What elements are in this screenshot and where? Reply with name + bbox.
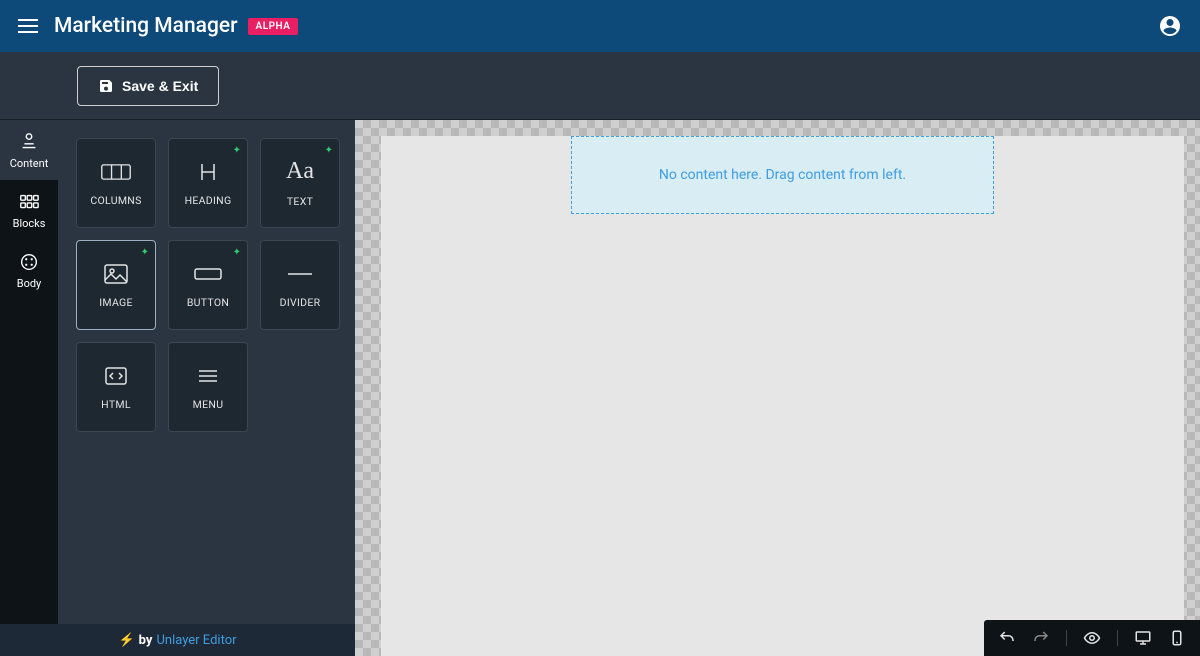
tool-heading-label: HEADING	[185, 194, 232, 207]
menu-icon	[192, 364, 224, 388]
empty-drop-message: No content here. Drag content from left.	[659, 167, 906, 183]
tool-html[interactable]: HTML	[76, 342, 156, 432]
side-tabs: Content Blocks Body	[0, 120, 58, 656]
canvas-area[interactable]: No content here. Drag content from left.	[355, 120, 1200, 656]
tool-menu[interactable]: MENU	[168, 342, 248, 432]
sparkle-icon: ✦	[233, 247, 241, 258]
app-title: Marketing Manager	[54, 14, 238, 38]
tool-text-label: TEXT	[287, 195, 313, 208]
tool-button-label: BUTTON	[187, 296, 229, 309]
preview-toolbar	[984, 620, 1200, 656]
top-bar: Marketing Manager ALPHA	[0, 0, 1200, 52]
save-exit-button[interactable]: Save & Exit	[77, 66, 219, 106]
tool-text[interactable]: ✦ Aa TEXT	[260, 138, 340, 228]
tab-content[interactable]: Content	[0, 120, 58, 180]
save-exit-label: Save & Exit	[122, 78, 198, 94]
footer-by: by	[139, 633, 153, 648]
action-bar: Save & Exit	[0, 52, 1200, 120]
tool-divider[interactable]: DIVIDER	[260, 240, 340, 330]
lightning-icon: ⚡	[118, 633, 134, 648]
preview-eye-icon[interactable]	[1083, 629, 1101, 647]
tool-image-label: IMAGE	[99, 296, 133, 309]
tools-panel: COLUMNS ✦ HEADING ✦ Aa TEXT ✦ IMAGE ✦ BU…	[58, 120, 355, 656]
footer-link[interactable]: Unlayer Editor	[156, 633, 236, 648]
tab-content-label: Content	[10, 157, 49, 170]
tool-button[interactable]: ✦ BUTTON	[168, 240, 248, 330]
save-icon	[98, 78, 114, 94]
account-icon[interactable]	[1158, 14, 1182, 38]
undo-icon[interactable]	[998, 629, 1016, 647]
hamburger-icon[interactable]	[18, 19, 38, 33]
footer-credit: ⚡ by Unlayer Editor	[0, 624, 355, 656]
tab-body-label: Body	[17, 277, 42, 290]
workspace: Content Blocks Body COLUMNS ✦ HEADING ✦ …	[0, 120, 1200, 656]
tool-heading[interactable]: ✦ HEADING	[168, 138, 248, 228]
tool-menu-label: MENU	[193, 398, 224, 411]
columns-icon	[100, 160, 132, 184]
alpha-badge: ALPHA	[248, 18, 299, 35]
tool-columns-label: COLUMNS	[90, 194, 141, 207]
desktop-icon[interactable]	[1134, 629, 1152, 647]
tool-divider-label: DIVIDER	[280, 296, 321, 309]
mobile-icon[interactable]	[1168, 629, 1186, 647]
tool-image[interactable]: ✦ IMAGE	[76, 240, 156, 330]
empty-drop-zone[interactable]: No content here. Drag content from left.	[571, 136, 994, 214]
button-icon	[192, 262, 224, 286]
content-tab-icon	[18, 131, 40, 153]
text-icon: Aa	[286, 158, 314, 185]
divider-icon	[284, 262, 316, 286]
tool-columns[interactable]: COLUMNS	[76, 138, 156, 228]
tab-blocks-label: Blocks	[13, 217, 46, 230]
tool-html-label: HTML	[101, 398, 131, 411]
sparkle-icon: ✦	[141, 247, 149, 258]
body-tab-icon	[18, 251, 40, 273]
divider	[1066, 630, 1067, 646]
divider	[1117, 630, 1118, 646]
sparkle-icon: ✦	[325, 145, 333, 156]
image-icon	[100, 262, 132, 286]
html-icon	[100, 364, 132, 388]
tab-body[interactable]: Body	[0, 240, 58, 300]
blocks-tab-icon	[18, 191, 40, 213]
sparkle-icon: ✦	[233, 145, 241, 156]
canvas-body[interactable]: No content here. Drag content from left.	[381, 136, 1184, 656]
tab-blocks[interactable]: Blocks	[0, 180, 58, 240]
heading-icon	[192, 160, 224, 184]
redo-icon[interactable]	[1032, 629, 1050, 647]
